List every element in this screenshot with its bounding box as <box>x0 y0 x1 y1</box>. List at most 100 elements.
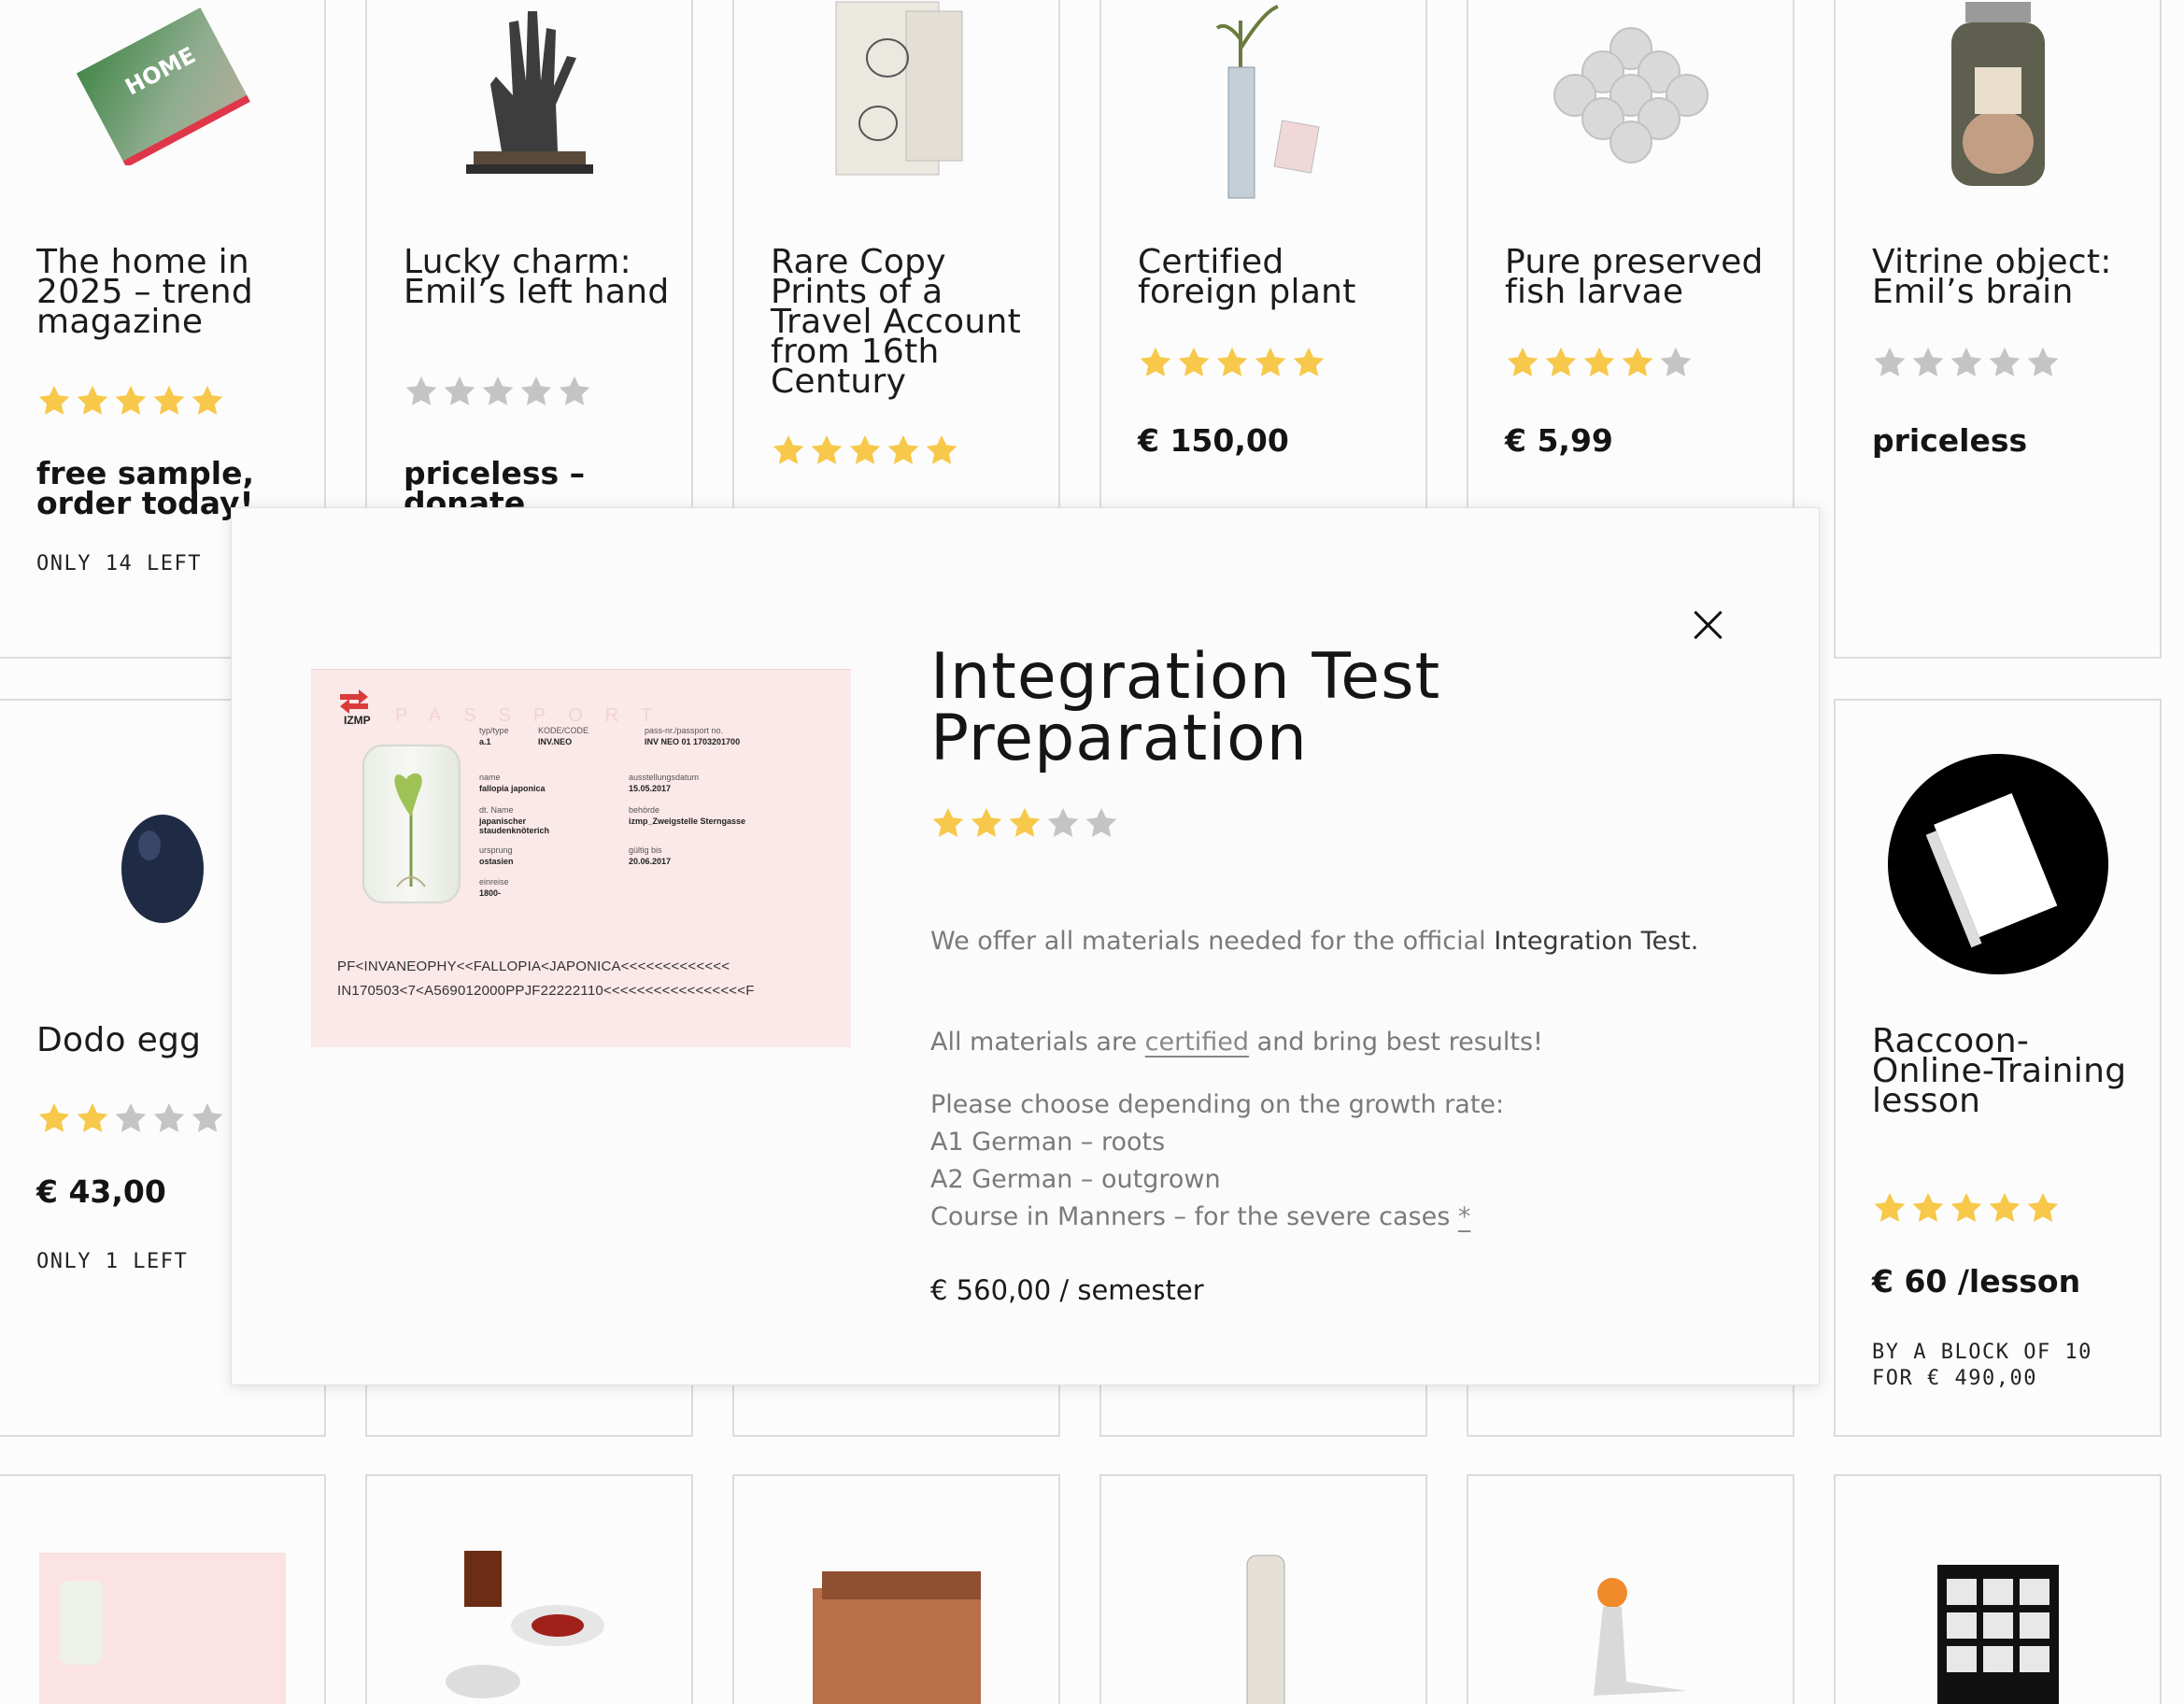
star-filled-icon <box>771 433 806 468</box>
wooden-box-image <box>734 1560 1058 1704</box>
passport-label: name <box>479 773 501 782</box>
passport-value: a.1 <box>479 737 491 746</box>
star-filled-icon <box>113 383 149 419</box>
passport-label: ursprung <box>479 845 513 855</box>
star-empty-icon <box>480 374 516 409</box>
passport-value: INV.NEO <box>538 737 573 746</box>
star-empty-icon <box>557 374 592 409</box>
product-card[interactable] <box>1099 1474 1427 1704</box>
product-image: HOME <box>0 0 324 179</box>
rating-stars <box>404 374 592 409</box>
passport-value: INV NEO 01 1703201700 <box>645 737 741 746</box>
star-filled-icon <box>1176 345 1212 380</box>
star-empty-icon <box>404 374 439 409</box>
product-title[interactable]: Lucky charm: Emil’s left hand <box>404 246 673 309</box>
passport-thumbnail <box>0 1553 324 1704</box>
test-tube-image <box>1101 1551 1425 1704</box>
passport-value: japanischer staudenknöterich <box>479 816 550 835</box>
plant-jar-image <box>362 745 461 903</box>
description-paragraph-1: We offer all materials needed for the of… <box>930 927 1699 956</box>
star-empty-icon <box>1872 345 1907 380</box>
rating-stars <box>771 433 959 468</box>
logo-text: IZMP <box>344 714 371 726</box>
product-title[interactable]: Vitrine object: Emil’s brain <box>1872 246 2141 309</box>
product-card[interactable] <box>1834 1474 2162 1704</box>
star-filled-icon <box>1253 345 1288 380</box>
close-icon[interactable] <box>1685 604 1732 650</box>
star-filled-icon <box>1910 1190 1946 1226</box>
star-empty-icon <box>442 374 477 409</box>
raccoon-book-image <box>1836 752 2160 976</box>
product-card[interactable]: Vitrine object: Emil’s brain priceless <box>1834 0 2162 659</box>
footnote-link[interactable]: * <box>1458 1202 1471 1231</box>
product-title[interactable]: Rare Copy Prints of a Travel Account fro… <box>771 246 1040 399</box>
description-paragraph-2: All materials are certified and bring be… <box>930 1028 1543 1057</box>
product-price: € 5,99 <box>1505 422 1613 459</box>
product-price: € 60 /lesson <box>1872 1263 2081 1299</box>
star-empty-icon <box>151 1100 187 1136</box>
product-title[interactable]: Certified foreign plant <box>1138 246 1407 309</box>
certified-link[interactable]: certified <box>1145 1028 1249 1057</box>
manuscript-image <box>734 0 1058 179</box>
star-filled-icon <box>1291 345 1326 380</box>
modal-price: € 560,00 / semester <box>930 1274 1204 1306</box>
option-a1: A1 German – roots <box>930 1128 1166 1157</box>
star-filled-icon <box>1138 345 1173 380</box>
options-list: Please choose depending on the growth ra… <box>930 1086 1734 1236</box>
star-empty-icon <box>1045 805 1081 841</box>
star-empty-icon <box>1084 805 1119 841</box>
cabinet-image <box>1836 1560 2160 1704</box>
passport-value: ostasien <box>479 857 514 866</box>
rating-stars <box>930 805 1119 841</box>
star-empty-icon <box>1658 345 1694 380</box>
star-empty-icon <box>518 374 554 409</box>
star-filled-icon <box>36 383 72 419</box>
star-filled-icon <box>930 805 966 841</box>
hand-image <box>367 0 691 179</box>
passport-image: PASSPORT IZMP typ/type a.1 KODE/CODE INV… <box>311 669 851 1047</box>
product-card[interactable] <box>1467 1474 1794 1704</box>
passport-label: KODE/CODE <box>538 726 589 735</box>
modal-title: Integration Test Preparation <box>930 640 1441 775</box>
star-filled-icon <box>924 433 959 468</box>
product-title[interactable]: The home in 2025 – trend magazine <box>36 246 305 339</box>
passport-value: 1800- <box>479 888 502 898</box>
star-filled-icon <box>1214 345 1250 380</box>
choose-text: Please choose depending on the growth ra… <box>930 1090 1505 1119</box>
product-card[interactable] <box>365 1474 693 1704</box>
star-filled-icon <box>1872 1190 1907 1226</box>
star-filled-icon <box>75 1100 110 1136</box>
product-price: priceless <box>1872 422 2028 459</box>
stock-note: BY A BLOCK OF 10 FOR € 490,00 <box>1872 1341 2092 1390</box>
star-filled-icon <box>190 383 225 419</box>
star-filled-icon <box>1505 345 1540 380</box>
passport-label: behörde <box>629 805 660 815</box>
star-filled-icon <box>1543 345 1579 380</box>
star-filled-icon <box>36 1100 72 1136</box>
passport-label: gültig bis <box>629 845 662 855</box>
lab-bottles-image <box>367 1541 691 1704</box>
passport-watermark: PASSPORT <box>395 705 675 726</box>
star-empty-icon <box>2025 345 2061 380</box>
product-card[interactable]: Raccoon-Online-Training lesson € 60 /les… <box>1834 699 2162 1437</box>
option-manners: Course in Manners – for the severe cases… <box>930 1202 1471 1231</box>
star-filled-icon <box>1581 345 1617 380</box>
product-card[interactable] <box>732 1474 1060 1704</box>
passport-label: pass-nr./passport no. <box>645 726 724 735</box>
product-title[interactable]: Raccoon-Online-Training lesson <box>1872 1025 2141 1118</box>
rating-stars <box>1872 1190 2061 1226</box>
star-empty-icon <box>113 1100 149 1136</box>
option-a2: A2 German – outgrown <box>930 1165 1221 1194</box>
rating-stars <box>1872 345 2061 380</box>
product-title[interactable]: Pure preserved fish larvae <box>1505 246 1774 309</box>
product-card[interactable] <box>0 1474 326 1704</box>
passport-label: ausstellungsdatum <box>629 773 700 782</box>
star-filled-icon <box>1987 1190 2022 1226</box>
rating-stars <box>1505 345 1694 380</box>
passport-value: 15.05.2017 <box>629 784 672 793</box>
passport-value: izmp_Zweigstelle Sterngasse <box>629 816 746 826</box>
fish-larvae-image <box>1468 11 1793 179</box>
star-filled-icon <box>969 805 1004 841</box>
star-empty-icon <box>1910 345 1946 380</box>
rating-stars <box>36 383 225 419</box>
